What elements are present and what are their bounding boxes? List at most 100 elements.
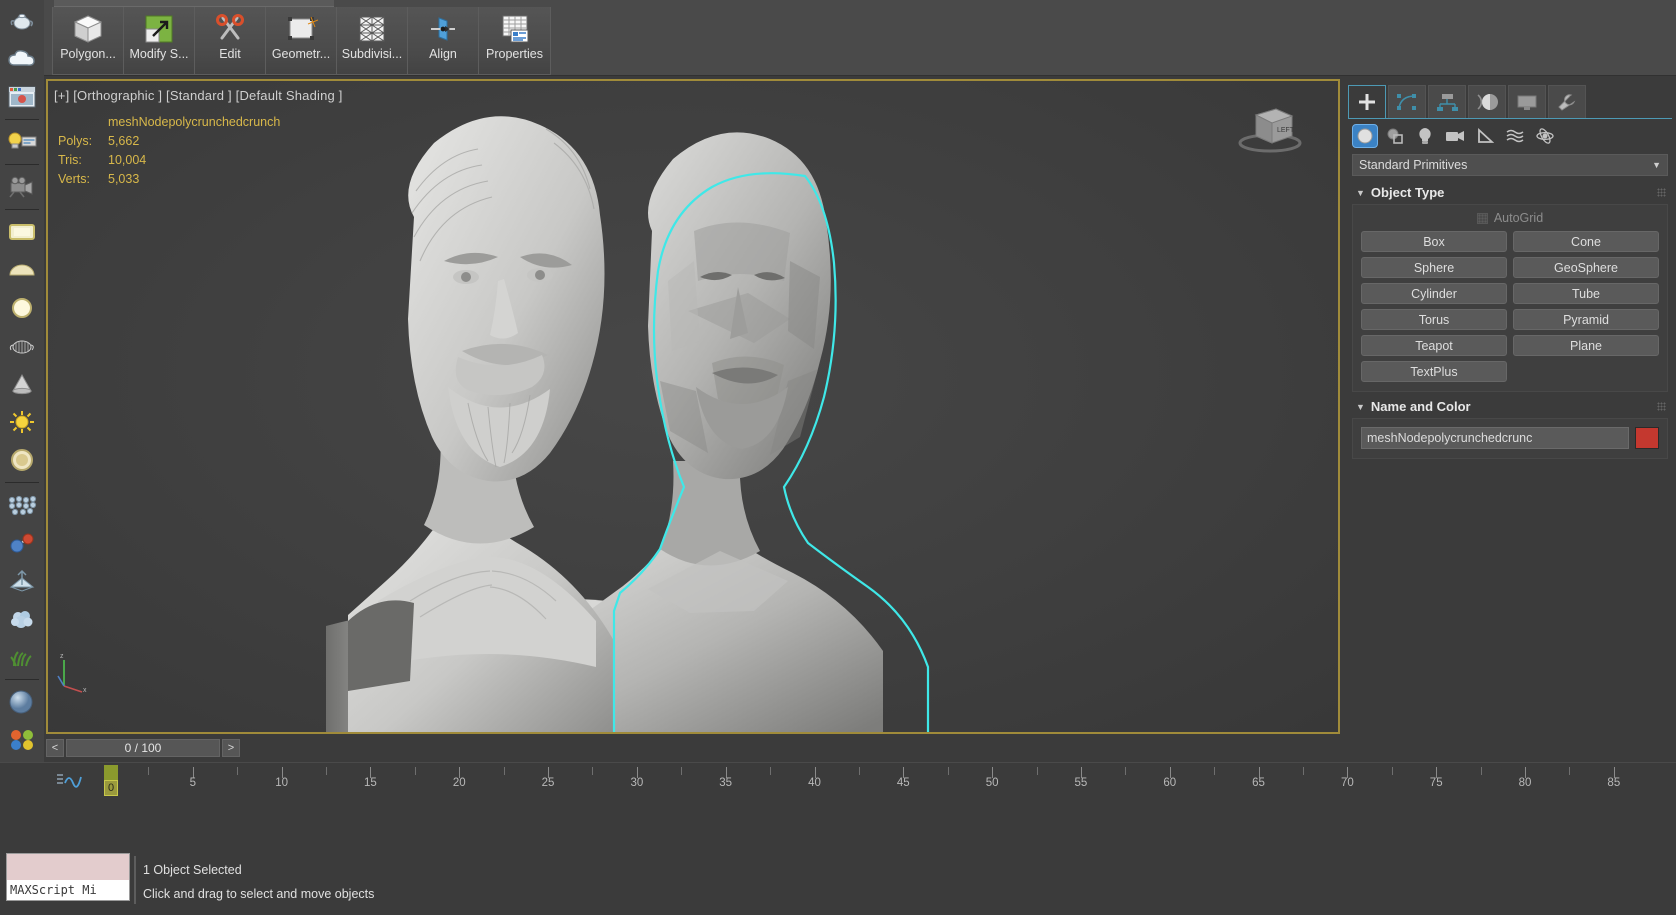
name-and-color-header[interactable]: ▼ Name and Color [1352, 396, 1668, 418]
rollout-grip[interactable] [1657, 188, 1666, 197]
rail-divider [5, 209, 39, 210]
space-warp-icon[interactable] [3, 563, 41, 599]
object-type-button-plane[interactable]: Plane [1513, 335, 1659, 356]
wrench-icon [1558, 94, 1576, 111]
systems-subtab[interactable] [1532, 124, 1558, 148]
lights-subtab[interactable] [1412, 124, 1438, 148]
svg-text:x: x [83, 687, 87, 694]
track-bar[interactable]: 0 5 10 15 20 25 30 35 40 45 50 55 60 65 70 75 80 85 [0, 762, 1676, 798]
ribbon-tab-strip[interactable] [54, 0, 334, 7]
ribbon-panels: Polygon... Modify S... Edit Geometr... S… [52, 7, 551, 75]
display-tab[interactable] [1508, 85, 1546, 118]
track-bar-ruler[interactable]: 0 5 10 15 20 25 30 35 40 45 50 55 60 65 70 75 80 85 [104, 763, 1676, 799]
area-light-icon[interactable] [3, 214, 41, 250]
stat-key: Polys: [58, 134, 93, 148]
space-warps-subtab[interactable] [1502, 124, 1528, 148]
ruler-tick-label: 35 [719, 777, 733, 789]
command-panel-tabs [1348, 85, 1672, 119]
object-name-input[interactable]: meshNodepolycrunchedcrunc [1361, 427, 1629, 449]
time-slider-next-button[interactable]: > [222, 739, 240, 757]
object-type-button-torus[interactable]: Torus [1361, 309, 1507, 330]
geometry-icon [284, 11, 318, 47]
svg-text:z: z [60, 653, 64, 660]
camera-icon[interactable] [3, 169, 41, 205]
shapes-icon [1387, 128, 1403, 144]
material-balls-icon[interactable] [3, 722, 41, 758]
ribbon-panel-properties[interactable]: Properties [479, 7, 550, 74]
viewcube[interactable]: LEFT [1236, 99, 1308, 155]
autogrid-row[interactable]: AutoGrid [1361, 211, 1659, 225]
grass-icon[interactable] [3, 639, 41, 675]
ruler-icon [1478, 127, 1494, 143]
ribbon-panel-edit[interactable]: Edit [195, 7, 266, 74]
rollout-grip[interactable] [1657, 402, 1666, 411]
ribbon-panel-polygon-modeling[interactable]: Polygon... [53, 7, 124, 74]
primitive-category-dropdown[interactable]: Standard Primitives ▼ [1352, 154, 1668, 176]
systems-icon [1536, 128, 1554, 144]
viewport-label[interactable]: [+] [Orthographic ] [Standard ] [Default… [54, 88, 343, 103]
object-type-button-textplus[interactable]: TextPlus [1361, 361, 1507, 382]
ribbon-panel-align[interactable]: Align [408, 7, 479, 74]
maxscript-output-pane[interactable] [7, 854, 129, 880]
material-sphere-icon[interactable] [3, 684, 41, 720]
disc-light-icon[interactable] [3, 290, 41, 326]
ruler-tick-label: 25 [541, 777, 555, 789]
viewport-statistics: meshNodepolycrunchedcrunch Polys: 5,662 … [58, 113, 280, 189]
light-setup-icon[interactable] [3, 124, 41, 160]
cloud-icon[interactable] [3, 41, 41, 77]
cameras-subtab[interactable] [1442, 124, 1468, 148]
autogrid-checkbox[interactable] [1476, 212, 1488, 224]
utilities-tab[interactable] [1548, 85, 1586, 118]
object-type-button-tube[interactable]: Tube [1513, 283, 1659, 304]
modify-tab[interactable] [1388, 85, 1426, 118]
ruler-tick [947, 767, 949, 775]
object-type-header[interactable]: ▼ Object Type [1352, 182, 1668, 204]
ruler-tick [1214, 767, 1216, 775]
object-type-body: AutoGrid Box Cone Sphere GeoSphere Cylin… [1352, 204, 1668, 392]
ribbon-panel-label: Align [429, 47, 457, 61]
viewport-canvas[interactable]: [+] [Orthographic ] [Standard ] [Default… [48, 81, 1338, 732]
ruler-tick-label: 70 [1340, 777, 1354, 789]
cloud-volume-icon[interactable] [3, 601, 41, 637]
render-frame-window-icon[interactable] [3, 79, 41, 115]
viewport[interactable]: [+] [Orthographic ] [Standard ] [Default… [46, 79, 1340, 734]
rail-divider [5, 679, 39, 680]
maxscript-prompt[interactable]: MAXScript Mi [7, 880, 129, 900]
ruler-tick-label: 45 [896, 777, 910, 789]
prompt-hint: Click and drag to select and move object… [143, 887, 375, 901]
cone-light-icon[interactable] [3, 366, 41, 402]
create-tab[interactable] [1348, 85, 1386, 118]
molecule-icon[interactable] [3, 525, 41, 561]
properties-icon [498, 11, 532, 47]
shapes-subtab[interactable] [1382, 124, 1408, 148]
object-color-swatch[interactable] [1635, 427, 1659, 449]
dome-light-icon[interactable] [3, 252, 41, 288]
chevron-down-icon: ▼ [1356, 187, 1365, 198]
track-bar-playhead[interactable]: 0 [104, 765, 118, 796]
ribbon-panel-subdivision[interactable]: Subdivisi... [337, 7, 408, 74]
object-type-rollout: ▼ Object Type AutoGrid Box Cone Sphere G… [1352, 182, 1668, 392]
teapot-icon[interactable] [3, 3, 41, 39]
ribbon-panel-geometry[interactable]: Geometr... [266, 7, 337, 74]
object-type-button-box[interactable]: Box [1361, 231, 1507, 252]
ribbon-panel-modify-selection[interactable]: Modify S... [124, 7, 195, 74]
motion-tab[interactable] [1468, 85, 1506, 118]
particles-icon[interactable] [3, 487, 41, 523]
sphere-light-icon[interactable] [3, 442, 41, 478]
object-type-button-pyramid[interactable]: Pyramid [1513, 309, 1659, 330]
geometry-subtab[interactable] [1352, 124, 1378, 148]
curve-editor-toggle-icon[interactable] [56, 771, 86, 789]
sun-icon[interactable] [3, 404, 41, 440]
object-type-button-geosphere[interactable]: GeoSphere [1513, 257, 1659, 278]
object-type-button-cylinder[interactable]: Cylinder [1361, 283, 1507, 304]
object-type-button-sphere[interactable]: Sphere [1361, 257, 1507, 278]
object-type-button-teapot[interactable]: Teapot [1361, 335, 1507, 356]
teapot-wire-icon[interactable] [3, 328, 41, 364]
time-slider-handle[interactable]: 0 / 100 [66, 739, 220, 757]
time-slider-prev-button[interactable]: < [46, 739, 64, 757]
hierarchy-tab[interactable] [1428, 85, 1466, 118]
maxscript-mini-listener[interactable]: MAXScript Mi [6, 853, 130, 901]
object-type-button-cone[interactable]: Cone [1513, 231, 1659, 252]
helpers-subtab[interactable] [1472, 124, 1498, 148]
ruler-tick [237, 767, 239, 775]
